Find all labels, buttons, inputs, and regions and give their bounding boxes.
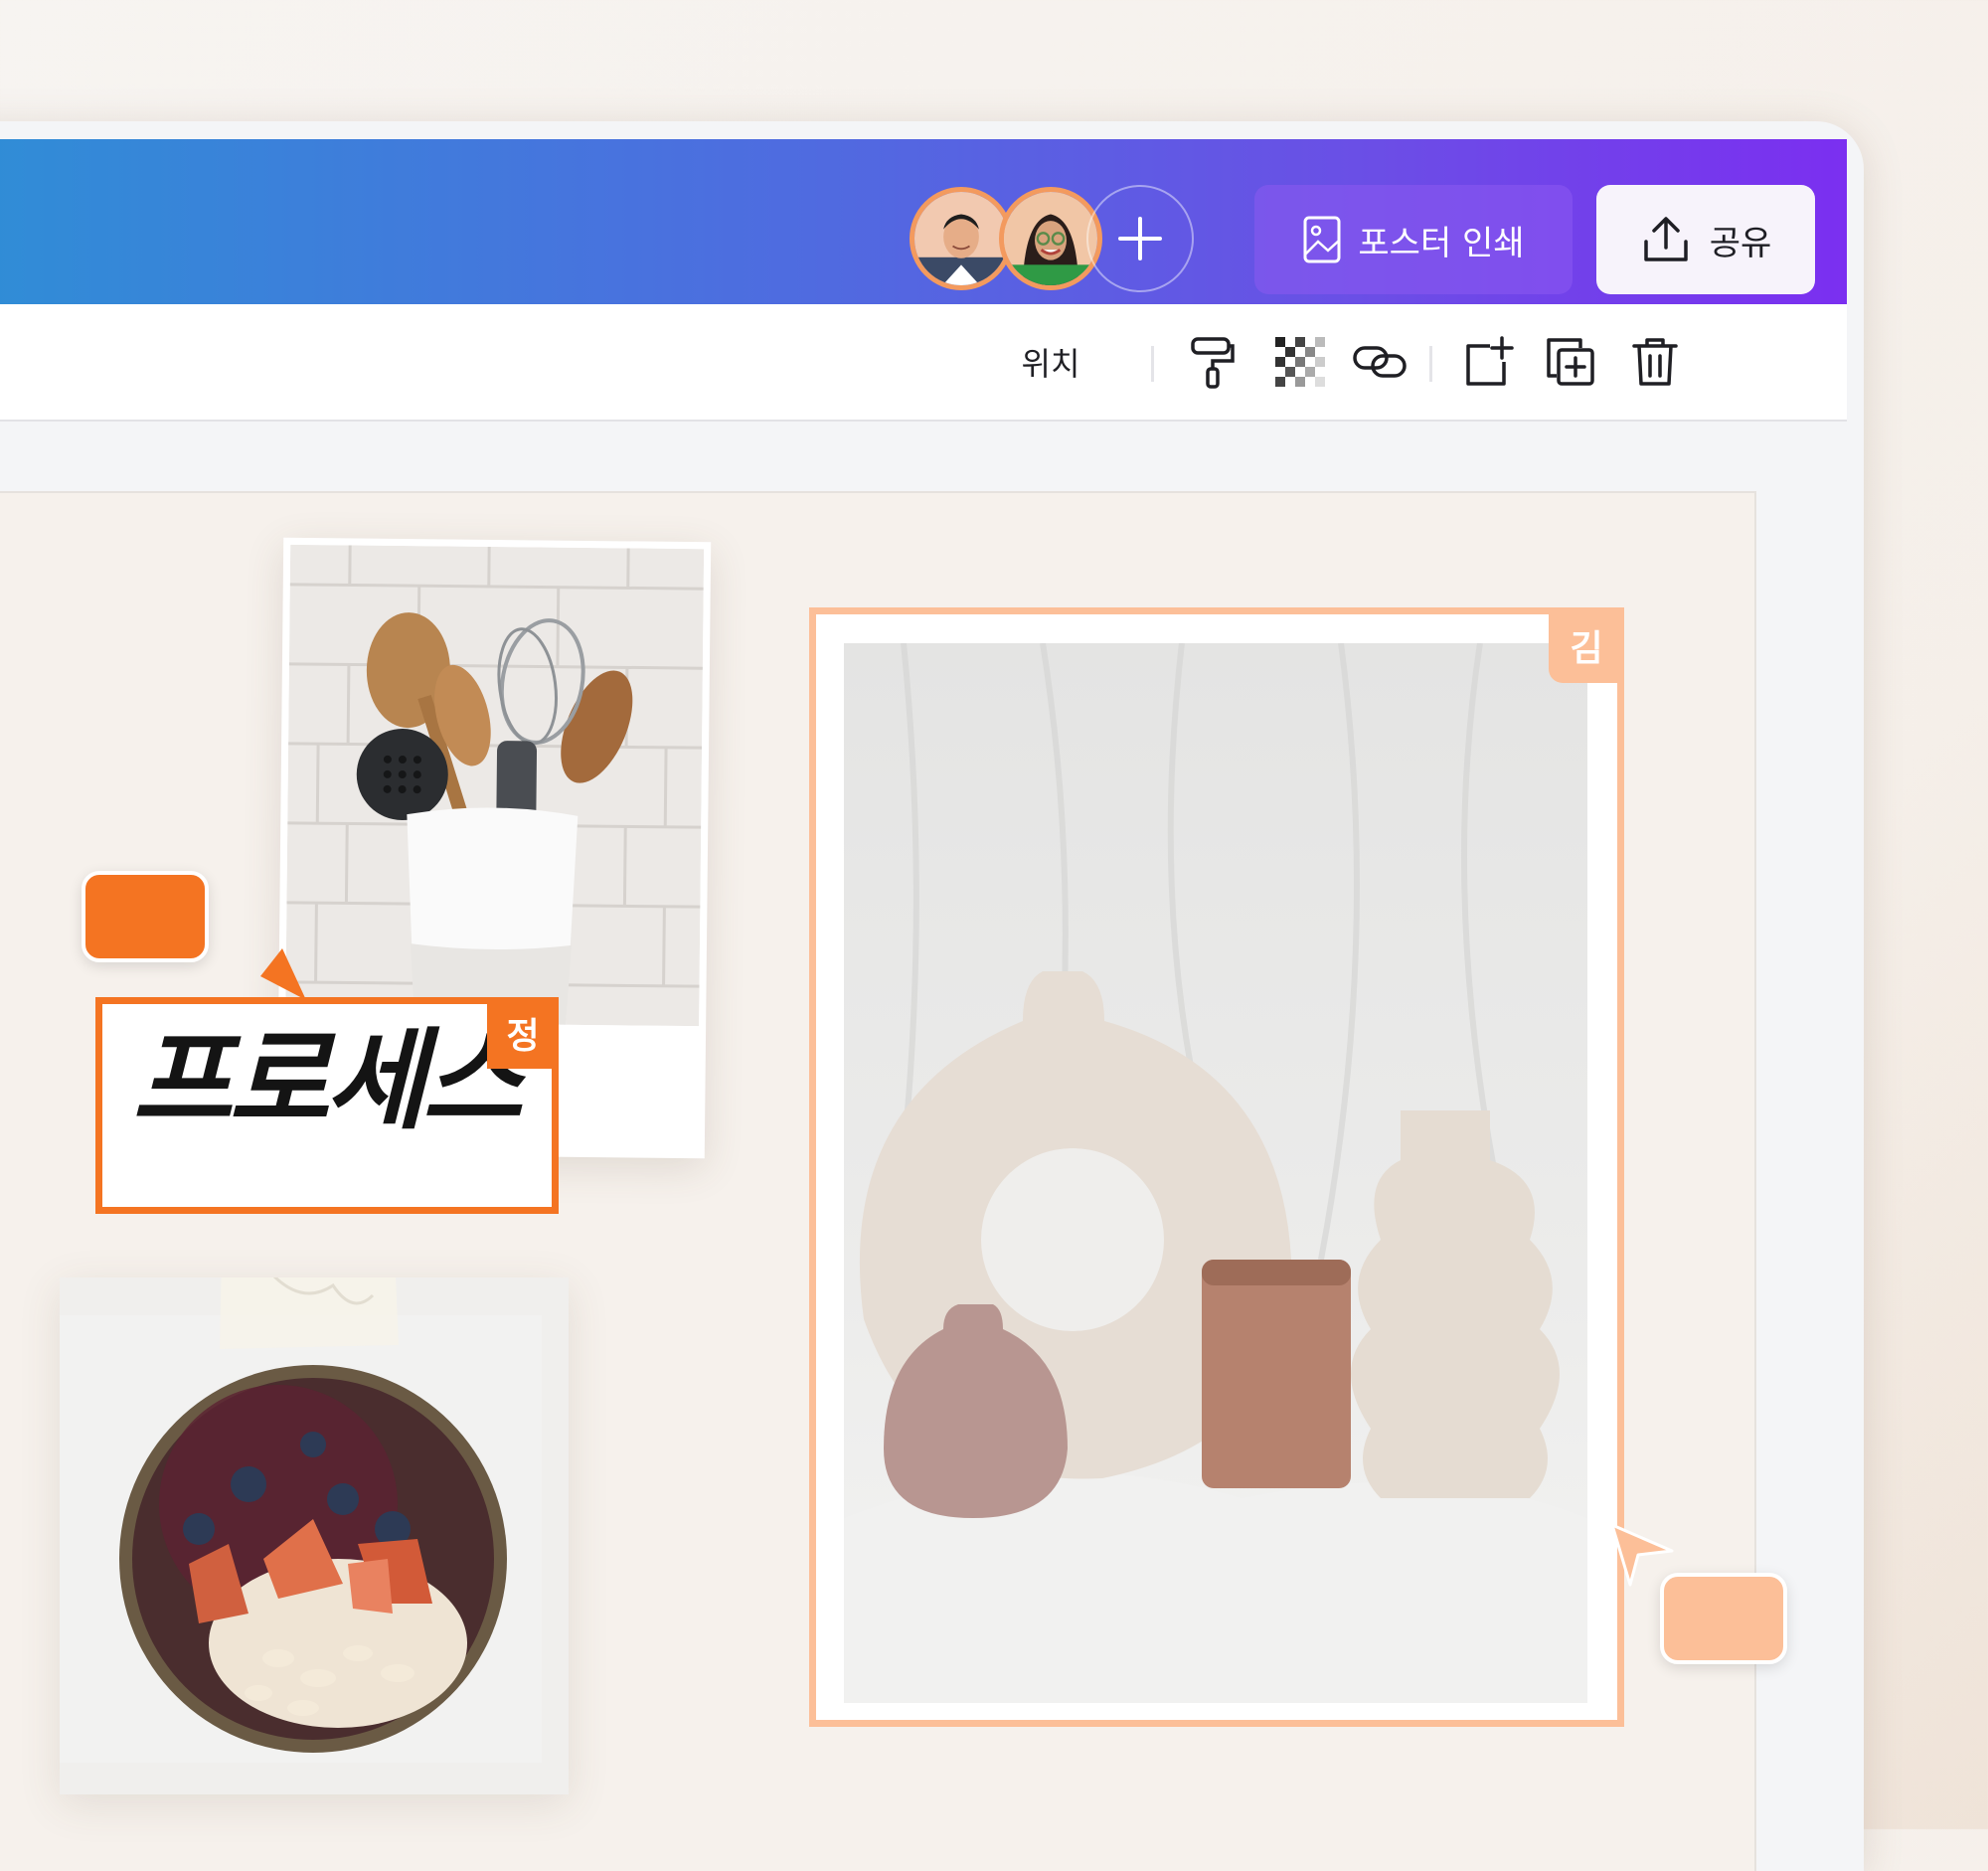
toolbar-divider xyxy=(1429,346,1432,382)
duplicate-icon xyxy=(1547,338,1594,386)
collaborator-cursor-label-orange xyxy=(82,871,209,962)
cursor-arrow-icon xyxy=(260,948,306,1000)
collaborator-avatar-man[interactable] xyxy=(910,187,1013,290)
collaborator-cursor-label-peach xyxy=(1660,1573,1787,1664)
handwriting-text-box[interactable]: 프로세스 정 xyxy=(95,997,559,1214)
top-header-bar: 포스터 인쇄 공유 xyxy=(0,139,1847,304)
print-poster-label: 포스터 인쇄 xyxy=(1358,223,1525,263)
bowl-photo xyxy=(60,1315,542,1763)
share-button[interactable]: 공유 xyxy=(1596,185,1815,294)
paint-roller-icon xyxy=(1191,337,1235,389)
transparency-button[interactable] xyxy=(1270,332,1330,392)
plus-icon xyxy=(1118,217,1162,260)
vases-photo-frame[interactable]: 김 xyxy=(809,607,1624,1727)
add-page-button[interactable] xyxy=(1459,332,1519,392)
trash-icon xyxy=(1632,338,1678,386)
utensils-photo xyxy=(285,544,705,1027)
link-icon xyxy=(1353,346,1407,378)
add-page-icon xyxy=(1466,336,1514,386)
tape-strip xyxy=(220,1277,399,1349)
link-button[interactable] xyxy=(1350,332,1409,392)
toolbar-divider xyxy=(1151,346,1154,382)
upload-icon xyxy=(1643,217,1688,261)
collaborator-tag-jeong: 정 xyxy=(487,997,559,1069)
context-toolbar: 위치 xyxy=(0,304,1847,422)
duplicate-button[interactable] xyxy=(1541,332,1600,392)
avatar-man-icon xyxy=(914,192,1008,285)
avatar-woman-icon xyxy=(1004,192,1097,285)
print-poster-button[interactable]: 포스터 인쇄 xyxy=(1254,185,1573,294)
vases-photo xyxy=(844,643,1587,1703)
position-button[interactable]: 위치 xyxy=(1001,332,1100,392)
image-frame-icon xyxy=(1303,216,1341,263)
transparency-icon xyxy=(1275,337,1325,387)
collaborator-tag-kim: 김 xyxy=(1549,614,1617,683)
delete-button[interactable] xyxy=(1625,332,1685,392)
add-collaborator-button[interactable] xyxy=(1086,185,1194,292)
share-label: 공유 xyxy=(1709,223,1772,263)
handwriting-text[interactable]: 프로세스 xyxy=(132,1026,523,1135)
bowl-polaroid[interactable] xyxy=(60,1277,569,1794)
paint-format-button[interactable] xyxy=(1183,332,1242,392)
